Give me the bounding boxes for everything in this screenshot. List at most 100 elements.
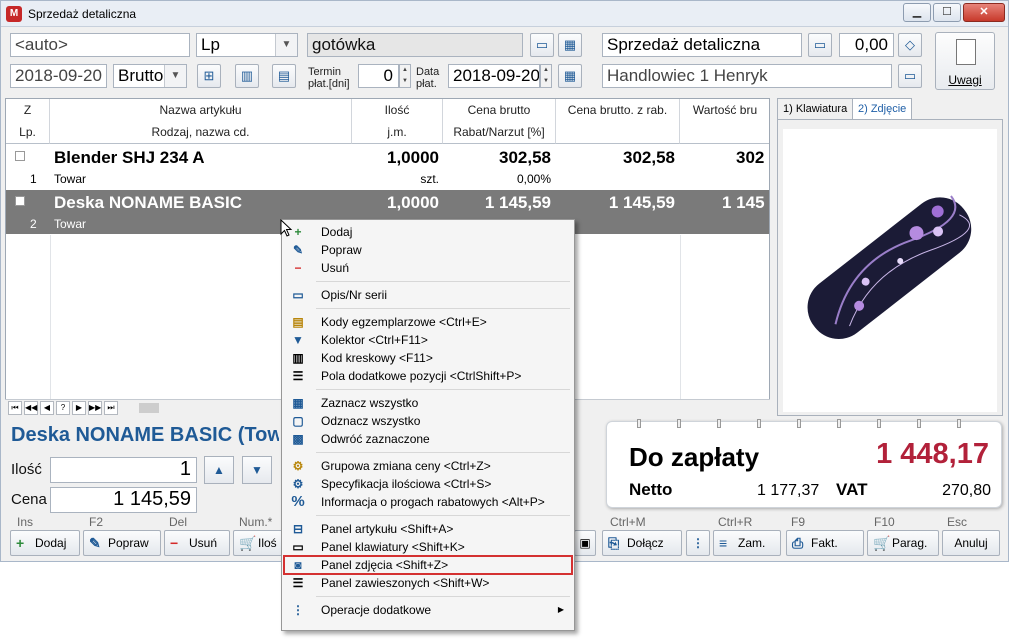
binder-ring	[757, 419, 761, 428]
delete-button[interactable]: − Usuń	[164, 530, 230, 556]
close-button[interactable]: ✕	[963, 3, 1005, 22]
date-spinner[interactable]: ▲ ▼	[540, 64, 552, 88]
price-input[interactable]: 1 145,59	[50, 487, 197, 513]
to-pay-label: Do zapłaty	[629, 442, 760, 472]
last-icon[interactable]: ⏭	[104, 401, 118, 415]
next-icon[interactable]: ▶	[72, 401, 86, 415]
menu-item-deselect-all[interactable]: ▢ Odznacz wszystko	[284, 412, 572, 430]
menu-item-photo-panel[interactable]: ◙ Panel zdjęcia <Shift+Z>	[283, 555, 573, 575]
maximize-button[interactable]: ☐	[933, 3, 961, 22]
menu-item-keyboard-panel[interactable]: ▭ Panel klawiatury <Shift+K>	[284, 538, 572, 556]
col-header-price-disc[interactable]: Cena brutto. z rab.	[556, 99, 680, 144]
first-icon[interactable]: ⏮	[8, 401, 22, 415]
col-header-price[interactable]: Cena brutto Rabat/Narzut [%]	[443, 99, 556, 144]
calendar-icon[interactable]: ▦	[558, 64, 582, 88]
menu-item-delete[interactable]: − Usuń	[284, 259, 572, 277]
prev-icon[interactable]: ◀	[40, 401, 54, 415]
more-button[interactable]: ⋮	[686, 530, 710, 556]
invoice-button[interactable]: ⎙ Fakt.	[786, 530, 864, 556]
arrow-down-icon[interactable]: ▼	[242, 456, 272, 484]
folder-icon[interactable]: ▭	[898, 64, 922, 88]
barcode-icon[interactable]: ▥	[235, 64, 259, 88]
grid-line	[680, 235, 681, 401]
extra-button[interactable]: ▣	[574, 530, 596, 556]
doc-type-field[interactable]: Sprzedaż detaliczna	[602, 33, 802, 57]
menu-item-extra-fields[interactable]: ☰ Pola dodatkowe pozycji <CtrlShift+P>	[284, 367, 572, 385]
menu-item-group-price[interactable]: ⚙ Grupowa zmiana ceny <Ctrl+Z>	[284, 457, 572, 475]
next-page-icon[interactable]: ▶▶	[88, 401, 102, 415]
edit-button[interactable]: ✎ Popraw	[83, 530, 161, 556]
seller-field[interactable]: Handlowiec 1 Henryk	[602, 64, 892, 88]
menu-item-collector[interactable]: ▼ Kolektor <Ctrl+F11>	[284, 331, 572, 349]
add-button[interactable]: + Dodaj	[10, 530, 80, 556]
chevron-down-icon[interactable]: ▼	[275, 34, 297, 56]
order-button[interactable]: ≡ Zam.	[713, 530, 781, 556]
collector-icon[interactable]: ▤	[272, 64, 296, 88]
amount-field[interactable]: 0,00	[839, 33, 894, 57]
col-header-z[interactable]: Z Lp.	[6, 99, 50, 144]
row-checkbox[interactable]	[15, 151, 25, 161]
row-value: 302	[736, 148, 765, 167]
menu-item-discount-info[interactable]: % Informacja o progach rabatowych <Alt+P>	[284, 493, 572, 511]
attach-button[interactable]: ⎘ Dołącz	[602, 530, 682, 556]
comment-icon: ▭	[292, 288, 304, 302]
notes-button[interactable]: Uwagi	[935, 32, 995, 90]
table-row[interactable]: 1 Blender SHJ 234 A Towar 1,0000 szt. 30…	[6, 145, 769, 189]
qty-input[interactable]: 1	[50, 457, 197, 483]
term-days-input[interactable]: 0	[358, 64, 399, 88]
invoice-icon: ⎙	[792, 535, 804, 551]
receipt-button[interactable]: 🛒 Parag.	[867, 530, 939, 556]
menu-item-spec[interactable]: ⚙ Specyfikacja ilościowa <Ctrl+S>	[284, 475, 572, 493]
folder-icon[interactable]: ▭	[808, 33, 832, 57]
help-icon[interactable]: ?	[56, 401, 70, 415]
menu-item-invert[interactable]: ▩ Odwróć zaznaczone	[284, 430, 572, 448]
calculator-icon[interactable]: ▦	[558, 33, 582, 57]
menu-item-barcode[interactable]: ▥ Kod kreskowy <F11>	[284, 349, 572, 367]
qty-button[interactable]: 🛒 Iloś	[233, 530, 283, 556]
plus-icon: +	[16, 535, 25, 551]
cancel-button[interactable]: Anuluj	[942, 530, 1000, 556]
row-lp: 1	[30, 172, 37, 186]
menu-item-add[interactable]: + Dodaj	[284, 223, 572, 241]
term-spinner[interactable]: ▲ ▼	[399, 64, 411, 88]
payment-field[interactable]: gotówka	[307, 33, 523, 57]
col-header-name[interactable]: Nazwa artykułu Rodzaj, nazwa cd.	[50, 99, 352, 144]
arrow-up-icon[interactable]: ▲	[204, 456, 234, 484]
payment-date-input[interactable]: 2018-09-20	[448, 64, 540, 88]
cart-icon: 🛒	[239, 535, 257, 551]
price-type-select[interactable]: Brutto ▼	[113, 64, 187, 88]
scrollbar-thumb[interactable]	[139, 403, 159, 413]
vat-label: VAT	[836, 480, 868, 499]
netto-value: 1 177,37	[757, 482, 820, 499]
tag-icon[interactable]: ◇	[898, 33, 922, 57]
barcode-icon: ▥	[292, 351, 304, 365]
tab-photo[interactable]: 2) Zdjęcie	[852, 98, 913, 120]
total-amount: 1 448,17	[876, 438, 989, 470]
row-price-disc: 1 145,59	[608, 193, 675, 212]
series-select[interactable]: Lp ▼	[196, 33, 298, 57]
shortcut-esc: Esc	[947, 515, 968, 529]
menu-item-edit[interactable]: ✎ Popraw	[284, 241, 572, 259]
prev-page-icon[interactable]: ◀◀	[24, 401, 38, 415]
qty-button-label: Iloś	[258, 536, 277, 550]
submenu-arrow-icon: ▶	[557, 605, 564, 614]
menu-item-label: Kolektor <Ctrl+F11>	[321, 333, 428, 347]
menu-item-more-ops[interactable]: ⋮ Operacje dodatkowe ▶	[284, 601, 572, 619]
folder-icon[interactable]: ▭	[530, 33, 554, 57]
date-field[interactable]: 2018-09-20	[10, 64, 107, 88]
minimize-button[interactable]: ▁	[903, 3, 931, 22]
chevron-down-icon[interactable]: ▼	[164, 65, 186, 87]
menu-item-codes[interactable]: ▤ Kody egzemplarzowe <Ctrl+E>	[284, 313, 572, 331]
col-header-value[interactable]: Wartość bru	[680, 99, 769, 144]
menu-item-article-panel[interactable]: ⊟ Panel artykułu <Shift+A>	[284, 520, 572, 538]
col-subtitle: Rodzaj, nazwa cd.	[151, 125, 250, 139]
menu-item-select-all[interactable]: ▦ Zaznacz wszystko	[284, 394, 572, 412]
attach-label: Dołącz	[627, 536, 664, 550]
table-add-icon[interactable]: ⊞	[197, 64, 221, 88]
row-checkbox[interactable]	[15, 196, 25, 206]
number-field[interactable]: <auto>	[10, 33, 190, 57]
col-header-qty[interactable]: Ilość j.m.	[352, 99, 443, 144]
menu-item-suspended-panel[interactable]: ☰ Panel zawieszonych <Shift+W>	[284, 574, 572, 592]
tab-keyboard[interactable]: 1) Klawiatura	[777, 98, 854, 120]
menu-item-description[interactable]: ▭ Opis/Nr serii	[284, 286, 572, 304]
